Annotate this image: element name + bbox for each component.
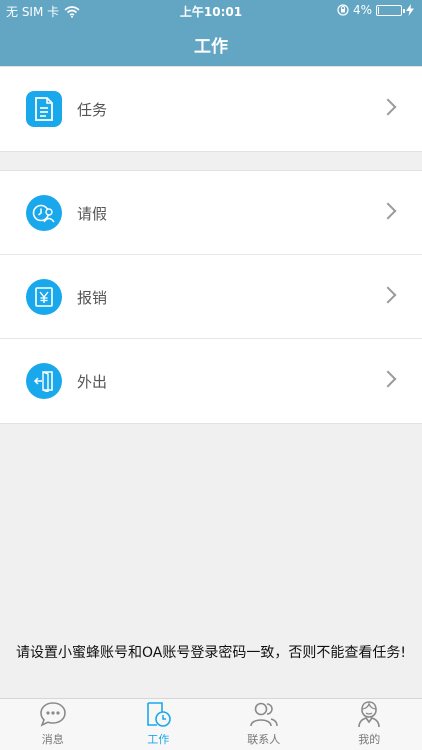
tab-label: 我的 [358, 733, 381, 746]
menu-item-label: 外出 [77, 373, 108, 391]
tab-messages[interactable]: 消息 [0, 699, 106, 750]
work-clock-icon [143, 699, 173, 729]
menu-item-leave[interactable]: 请假 [0, 171, 422, 255]
charging-bolt-icon [406, 4, 414, 16]
menu-item-task[interactable]: 任务 [0, 67, 422, 151]
profile-icon [354, 699, 384, 729]
battery-level [378, 6, 379, 14]
password-notice: 请设置小蜜蜂账号和OA账号登录密码一致，否则不能查看任务! [16, 645, 406, 661]
task-document-icon [26, 91, 62, 127]
tab-label: 联系人 [247, 733, 281, 746]
battery-icon [376, 4, 405, 16]
menu-group-tasks: 任务 [0, 66, 422, 152]
chevron-right-icon [379, 370, 397, 388]
tab-contacts[interactable]: 联系人 [211, 699, 317, 750]
reimburse-yen-icon [26, 279, 62, 315]
menu-group-requests: 请假 报销 外出 [0, 170, 422, 424]
status-bar: 无 SIM 卡 上午10:01 4% [0, 0, 422, 22]
go-out-door-icon [26, 363, 62, 399]
orientation-lock-icon [337, 4, 349, 16]
contacts-icon [249, 699, 279, 729]
status-right: 4% [337, 3, 414, 17]
chevron-right-icon [379, 202, 397, 220]
menu-item-label: 任务 [77, 101, 108, 119]
tab-mine[interactable]: 我的 [317, 699, 422, 750]
menu-item-label: 报销 [77, 289, 108, 307]
tab-work[interactable]: 工作 [106, 699, 212, 750]
page-title: 工作 [194, 37, 228, 57]
tab-label: 工作 [147, 733, 170, 746]
battery-percent: 4% [352, 3, 372, 17]
chevron-right-icon [379, 98, 397, 116]
header-bar: 无 SIM 卡 上午10:01 4% 工作 [0, 0, 422, 66]
menu-item-go-out[interactable]: 外出 [0, 339, 422, 423]
chevron-right-icon [379, 286, 397, 304]
bottom-tab-bar: 消息 工作 联系人 我的 [0, 698, 422, 750]
leave-clock-user-icon [26, 195, 62, 231]
chat-bubble-icon [38, 699, 68, 729]
menu-item-label: 请假 [77, 205, 108, 223]
tab-label: 消息 [41, 733, 64, 746]
menu-item-reimburse[interactable]: 报销 [0, 255, 422, 339]
